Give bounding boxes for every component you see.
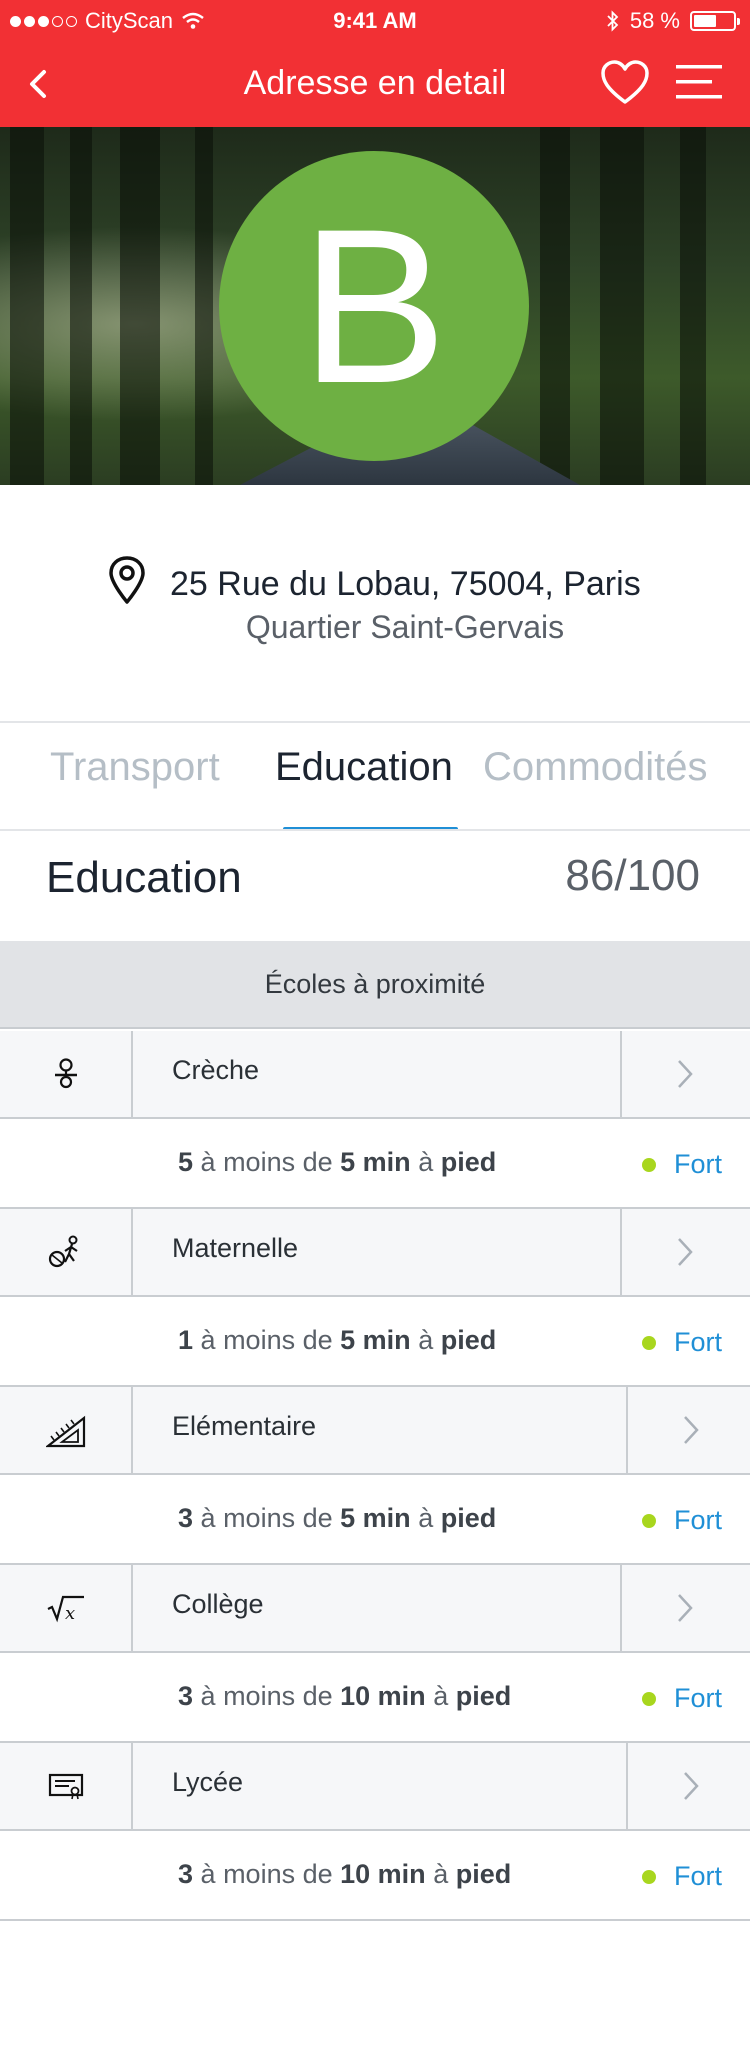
category-label: Collège xyxy=(172,1589,264,1619)
chevron-right-icon xyxy=(678,1594,693,1622)
score-title: Education xyxy=(46,853,242,902)
grade-letter: B xyxy=(300,183,448,429)
category-label: Elémentaire xyxy=(172,1411,317,1441)
menu-icon[interactable] xyxy=(676,62,722,102)
category-info-elementaire: 3 à moins de 5 min à pied Fort xyxy=(0,1475,750,1565)
rating-badge: Fort xyxy=(641,1861,722,1892)
tab-transport[interactable]: Transport xyxy=(50,745,220,790)
address-neighborhood: Quartier Saint-Gervais xyxy=(245,609,565,645)
category-info-creche: 5 à moins de 5 min à pied Fort xyxy=(0,1119,750,1209)
category-label: Lycée xyxy=(172,1767,244,1797)
rating-dot xyxy=(641,1869,656,1884)
category-row-maternelle[interactable]: Maternelle xyxy=(0,1209,750,1297)
address-street: 25 Rue du Lobau, 75004, Paris xyxy=(170,565,641,603)
category-info-maternelle: 1 à moins de 5 min à pied Fort xyxy=(0,1297,750,1387)
grade-badge: B xyxy=(219,151,529,461)
pacifier-icon xyxy=(54,1058,77,1089)
rating-badge: Fort xyxy=(641,1149,722,1180)
rating-label: Fort xyxy=(673,1149,722,1179)
app-header: CityScan 9:41 AM 58 % Adresse en detail xyxy=(0,0,750,127)
battery-percent: 58 % xyxy=(629,8,680,33)
score-row: Education 86/100 xyxy=(0,831,750,941)
battery-icon xyxy=(690,11,740,31)
address-block: 25 Rue du Lobau, 75004, Paris Quartier S… xyxy=(0,485,750,721)
status-bar: CityScan 9:41 AM 58 % xyxy=(0,0,750,40)
chevron-cell[interactable] xyxy=(626,1743,750,1829)
rating-badge: Fort xyxy=(641,1505,722,1536)
rating-dot xyxy=(641,1157,656,1172)
category-label: Maternelle xyxy=(172,1233,299,1263)
location-pin-icon xyxy=(109,556,145,604)
category-row-college[interactable]: x Collège xyxy=(0,1565,750,1653)
category-info-college: 3 à moins de 10 min à pied Fort xyxy=(0,1653,750,1743)
rating-label: Fort xyxy=(673,1505,722,1535)
favorite-heart-icon[interactable] xyxy=(600,60,650,106)
category-label: Crèche xyxy=(172,1055,260,1085)
chevron-right-icon xyxy=(678,1238,693,1266)
chevron-cell[interactable] xyxy=(620,1209,748,1295)
navbar: Adresse en detail xyxy=(0,40,750,127)
chevron-right-icon xyxy=(684,1772,699,1800)
category-tabs: Transport Education Commodités xyxy=(0,723,750,831)
rating-badge: Fort xyxy=(641,1683,722,1714)
tab-commodites[interactable]: Commodités xyxy=(483,745,708,790)
rating-label: Fort xyxy=(673,1683,722,1713)
rating-dot xyxy=(641,1335,656,1350)
diploma-icon xyxy=(48,1773,83,1800)
chevron-cell[interactable] xyxy=(620,1031,748,1117)
hero-image: B xyxy=(0,127,750,485)
rating-label: Fort xyxy=(673,1327,722,1357)
rating-dot xyxy=(641,1513,656,1528)
bluetooth-icon xyxy=(607,10,619,32)
chevron-right-icon xyxy=(678,1060,693,1088)
rating-badge: Fort xyxy=(641,1327,722,1358)
ruler-triangle-icon xyxy=(45,1415,85,1448)
child-ball-icon xyxy=(48,1235,78,1268)
section-header: Écoles à proximité xyxy=(0,941,750,1029)
rating-label: Fort xyxy=(673,1861,722,1891)
category-row-lycee[interactable]: Lycée xyxy=(0,1743,750,1831)
chevron-right-icon xyxy=(684,1416,699,1444)
score-value: 86/100 xyxy=(565,851,700,900)
category-row-creche[interactable]: Crèche xyxy=(0,1031,750,1119)
category-info-lycee: 3 à moins de 10 min à pied Fort xyxy=(0,1831,750,1921)
tab-education[interactable]: Education xyxy=(275,745,453,790)
status-right: 58 % xyxy=(606,8,740,34)
rating-dot xyxy=(641,1691,656,1706)
chevron-cell[interactable] xyxy=(626,1387,750,1473)
category-row-elementaire[interactable]: Elémentaire xyxy=(0,1387,750,1475)
chevron-cell[interactable] xyxy=(620,1565,748,1651)
square-root-icon: x xyxy=(47,1595,84,1623)
svg-text:x: x xyxy=(65,1603,75,1623)
